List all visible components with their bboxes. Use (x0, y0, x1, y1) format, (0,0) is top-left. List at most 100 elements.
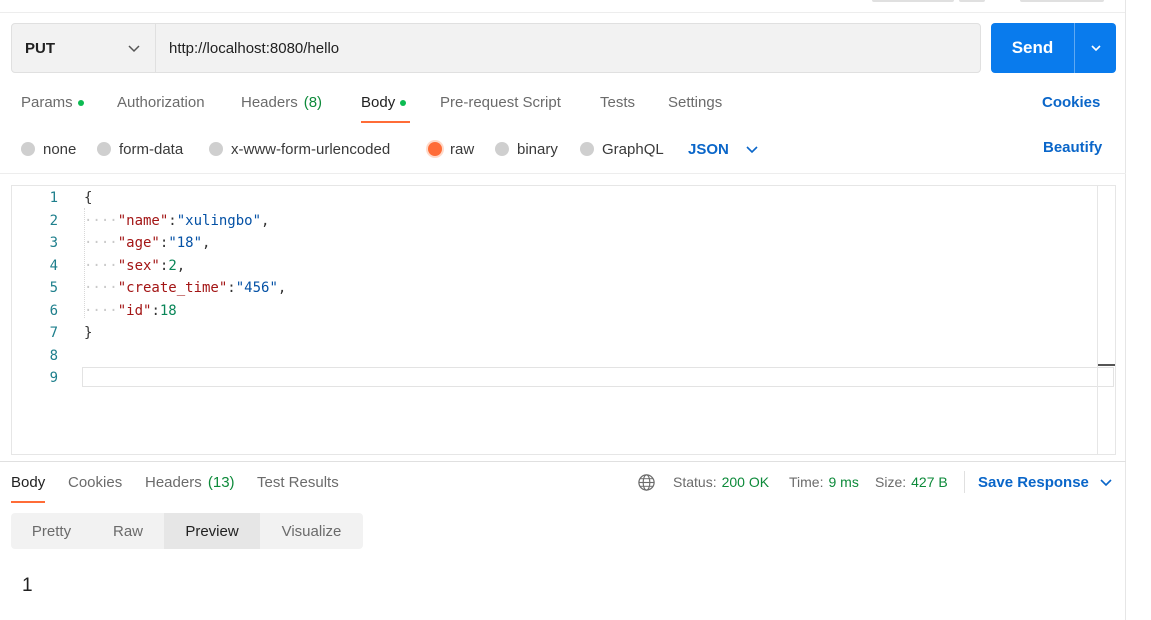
line-number: 7 (49, 325, 58, 341)
line-number: 1 (49, 190, 58, 206)
line-number: 5 (49, 280, 58, 296)
code-token: , (202, 235, 211, 251)
tab-settings[interactable]: Settings (668, 90, 722, 123)
request-tabs: Params Authorization Headers (8) Body Pre… (0, 90, 1126, 123)
params-indicator-dot (77, 100, 84, 106)
tab-label: Authorization (117, 94, 205, 111)
line-number: 4 (49, 257, 58, 274)
code-token: "create_time" (117, 280, 228, 296)
code-token: } (84, 325, 93, 341)
code-token: , (277, 280, 287, 296)
send-button[interactable]: Send (991, 23, 1075, 73)
radio-circle (97, 142, 111, 156)
globe-icon[interactable] (637, 473, 656, 492)
body-type-selector: none form-data x-www-form-urlencoded raw… (0, 137, 1126, 161)
save-response-button[interactable]: Save Response (978, 472, 1113, 492)
tab-label: Test Results (257, 474, 339, 491)
code-token: { (84, 190, 93, 206)
radio-circle (21, 142, 35, 156)
response-size[interactable]: Size: 427 B (875, 472, 948, 492)
radio-none[interactable]: none (21, 137, 76, 161)
top-toolbar-strip (0, 0, 1126, 13)
response-body-output: 1 (22, 575, 33, 596)
response-time[interactable]: Time: 9 ms (789, 472, 859, 492)
response-tab-body[interactable]: Body (11, 470, 46, 503)
response-tab-test-results[interactable]: Test Results (257, 470, 339, 503)
beautify-link[interactable]: Beautify (1043, 139, 1102, 156)
url-text: http://localhost:8080/hello (169, 39, 340, 57)
tab-body[interactable]: Body (361, 90, 410, 123)
tab-pre-request-script[interactable]: Pre-request Script (440, 90, 561, 123)
view-preview[interactable]: Preview (164, 513, 260, 549)
code-token: ···· (84, 235, 118, 251)
radio-label: binary (517, 140, 558, 158)
line-number: 9 (49, 370, 58, 386)
code-token: "456" (235, 280, 278, 296)
editor-scrollbar-track[interactable] (1097, 186, 1098, 454)
line-number: 6 (49, 302, 58, 319)
radio-binary[interactable]: binary (495, 137, 558, 161)
tab-label: Settings (668, 94, 723, 111)
code-token: : (151, 302, 160, 319)
tab-label: Headers (241, 94, 298, 111)
code-token: "18" (168, 235, 203, 251)
radio-raw[interactable]: raw (428, 137, 474, 161)
chevron-down-icon (1090, 45, 1101, 52)
radio-circle (580, 142, 594, 156)
code-token: : (168, 212, 177, 229)
radio-label: form-data (119, 140, 184, 158)
code-line: ····"age":"18", (84, 232, 210, 254)
radio-label: raw (450, 140, 475, 158)
chevron-down-icon (746, 146, 758, 154)
method-label: PUT (25, 39, 55, 57)
tab-label: Tests (600, 94, 636, 111)
tab-headers[interactable]: Headers (8) (241, 90, 322, 123)
method-select[interactable]: PUT (12, 24, 156, 72)
code-token: : (227, 280, 236, 296)
code-token: , (261, 212, 270, 229)
code-line: ····"create_time":"456", (84, 277, 286, 299)
url-input[interactable]: http://localhost:8080/hello (156, 24, 980, 72)
response-tab-headers[interactable]: Headers (13) (145, 470, 235, 503)
code-token: ···· (84, 257, 118, 274)
chevron-down-icon (1100, 479, 1112, 487)
line-number: 2 (49, 212, 58, 229)
radio-label: x-www-form-urlencoded (231, 140, 391, 158)
tab-params[interactable]: Params (21, 90, 84, 123)
radio-graphql[interactable]: GraphQL (580, 137, 664, 161)
tab-label: Body (11, 474, 46, 491)
radio-form-data[interactable]: form-data (97, 137, 183, 161)
toolbar-fragment (1020, 0, 1104, 2)
code-token: "id" (117, 302, 152, 319)
code-line: { (84, 187, 92, 209)
body-indicator-dot (400, 100, 407, 106)
body-code-editor[interactable]: 123456789 {····"name":"xulingbo", ····"ag… (11, 185, 1116, 455)
tab-authorization[interactable]: Authorization (117, 90, 205, 123)
radio-label: GraphQL (602, 140, 664, 158)
response-tab-cookies[interactable]: Cookies (68, 470, 122, 503)
body-language-label: JSON (688, 140, 729, 158)
save-response-label: Save Response (978, 473, 1089, 491)
view-raw[interactable]: Raw (92, 513, 164, 549)
tab-tests[interactable]: Tests (600, 90, 635, 123)
current-line-highlight (82, 367, 1114, 387)
response-tabs: Body Cookies Headers (13) Test Results (0, 470, 1126, 503)
view-visualize[interactable]: Visualize (260, 513, 363, 549)
size-value: 427 B (911, 474, 948, 490)
cookies-link[interactable]: Cookies (1042, 94, 1100, 111)
status-value: 200 OK (721, 474, 770, 490)
line-number: 3 (49, 235, 58, 251)
send-options-button[interactable] (1075, 23, 1116, 73)
code-token: 2 (168, 257, 177, 274)
view-pretty[interactable]: Pretty (11, 513, 92, 549)
request-url-bar: PUT http://localhost:8080/hello (11, 23, 981, 73)
body-language-select[interactable]: JSON (688, 137, 759, 161)
code-line: ····"id":18 (84, 300, 177, 322)
response-status[interactable]: Status: 200 OK (673, 472, 769, 492)
status-label: Status: (673, 474, 717, 490)
radio-circle (495, 142, 509, 156)
tab-label: Headers (145, 474, 202, 491)
code-token: ···· (84, 212, 118, 229)
radio-x-www-form-urlencoded[interactable]: x-www-form-urlencoded (209, 137, 390, 161)
toolbar-fragment (872, 0, 954, 2)
